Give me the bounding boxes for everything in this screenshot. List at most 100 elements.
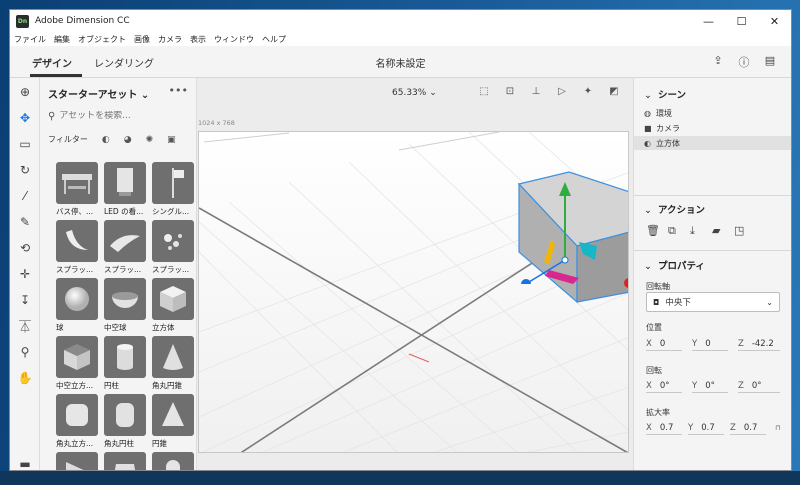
panel-icon[interactable]: ▬	[10, 454, 40, 470]
lock-icon[interactable]: ⊓	[775, 424, 780, 432]
export-icon[interactable]: ◳	[734, 224, 756, 238]
splash-thumbnail	[56, 220, 98, 262]
rotate-icon[interactable]: ↻	[10, 160, 40, 180]
menu-edit[interactable]: 編集	[54, 34, 70, 45]
assets-panel-title[interactable]: スターターアセット ⌄	[48, 86, 149, 101]
scene-section-header[interactable]: ⌄ シーン	[644, 87, 686, 101]
asset-item[interactable]: 中空球	[104, 278, 146, 333]
hand-icon[interactable]: ✋	[10, 368, 40, 388]
orbit-icon[interactable]: ⟲	[10, 238, 40, 258]
close-button[interactable]: ✕	[758, 10, 791, 32]
3d-canvas[interactable]	[198, 131, 629, 453]
asset-item[interactable]: 中空立方...	[56, 336, 98, 391]
properties-section-header[interactable]: ⌄ プロパティ	[644, 258, 705, 272]
delete-icon[interactable]: 🗑	[646, 224, 668, 238]
asset-item[interactable]: スプラッ...	[56, 220, 98, 275]
cone-thumbnail	[152, 394, 194, 436]
scale-x-value: 0.7	[659, 422, 674, 433]
select-icon[interactable]: ✥	[10, 108, 40, 128]
folder-icon[interactable]: ▰	[712, 224, 734, 238]
viewport-panel: 65.33% ⌄ ⬚ ⊡ ⊥ ▷ ✦ ◩ 1024 x 768	[197, 78, 633, 470]
model-filter-icon[interactable]: ◐	[102, 135, 110, 145]
menu-window[interactable]: ウィンドウ	[214, 34, 254, 45]
rotation-y-field[interactable]: Y 0°	[692, 379, 728, 393]
asset-item[interactable]: 立方体	[152, 278, 194, 333]
asset-item[interactable]	[104, 452, 146, 470]
asset-item[interactable]: LED の看...	[104, 162, 146, 217]
image-filter-icon[interactable]: ▣	[167, 135, 176, 145]
position-x-value: 0	[659, 338, 666, 349]
search-input[interactable]	[59, 111, 180, 121]
pivot-value: 中央下	[665, 298, 691, 308]
asset-label: スプラッ...	[152, 265, 190, 274]
asset-item[interactable]: 角丸立方...	[56, 394, 98, 449]
asset-item[interactable]: スプラッ...	[104, 220, 146, 275]
menu-view[interactable]: 表示	[190, 34, 206, 45]
render-preview-icon[interactable]: ◩	[601, 86, 627, 97]
camera-icon: ■	[644, 123, 652, 133]
asset-label: 角丸円柱	[104, 439, 134, 448]
menu-help[interactable]: ヘルプ	[262, 34, 286, 45]
drop-to-ground-icon[interactable]: ⊥	[523, 86, 549, 97]
align-icon[interactable]: ⊡	[497, 86, 523, 97]
asset-item[interactable]	[152, 452, 194, 470]
scene-item-camera[interactable]: ■ カメラ	[644, 121, 791, 135]
actions-section-header[interactable]: ⌄ アクション	[644, 202, 705, 216]
rotation-z-value: 0°	[751, 380, 762, 391]
scene-item-environment[interactable]: ◍ 環境	[644, 106, 791, 120]
material-filter-icon[interactable]: ◕	[124, 135, 132, 145]
menu-object[interactable]: オブジェクト	[78, 34, 126, 45]
position-y-value: 0	[705, 338, 711, 349]
duplicate-icon[interactable]: ⧉	[668, 224, 690, 238]
drop-icon[interactable]: ⤓	[690, 224, 712, 238]
asset-item[interactable]: バス停、...	[56, 162, 98, 217]
crop-icon[interactable]: ⬚	[471, 86, 497, 97]
scale-y-field[interactable]: Y 0.7	[688, 421, 724, 435]
help-icon[interactable]: ⓘ	[731, 54, 757, 70]
add-icon[interactable]: ⊕	[10, 82, 40, 102]
scale-z-field[interactable]: Z 0.7	[730, 421, 766, 435]
scene-title: シーン	[657, 90, 686, 101]
asset-item[interactable]: スプラッ...	[152, 220, 194, 275]
more-options-icon[interactable]: •••	[169, 84, 188, 97]
asset-item[interactable]: 球	[56, 278, 98, 333]
scene-item-cube[interactable]: ◐ 立方体	[634, 136, 791, 150]
menu-file[interactable]: ファイル	[14, 34, 46, 45]
asset-item[interactable]: 角丸円錐	[152, 336, 194, 391]
magic-wand-icon[interactable]: ⁄	[10, 186, 40, 206]
minimize-button[interactable]: —	[692, 10, 725, 32]
app-logo: Dn	[16, 14, 29, 28]
pivot-dropdown[interactable]: ◘ 中央下 ⌄	[646, 292, 780, 312]
asset-item[interactable]: シングル...	[152, 162, 194, 217]
prism-thumbnail	[104, 452, 146, 470]
rotation-z-field[interactable]: Z 0°	[738, 379, 780, 393]
horizon-icon[interactable]: ⏄	[10, 316, 40, 336]
zoom-icon[interactable]: ⚲	[10, 342, 40, 362]
maximize-button[interactable]: ☐	[725, 10, 758, 32]
asset-item[interactable]: 円錐	[152, 394, 194, 449]
frame-icon[interactable]: ▭	[10, 134, 40, 154]
asset-item[interactable]: 円柱	[104, 336, 146, 391]
menu-camera[interactable]: カメラ	[158, 34, 182, 45]
chevron-down-icon: ⌄	[429, 88, 437, 98]
scale-x-field[interactable]: X 0.7	[646, 421, 682, 435]
position-x-field[interactable]: X0	[646, 337, 682, 351]
menu-image[interactable]: 画像	[134, 34, 150, 45]
search-icon: ⚲	[48, 110, 56, 122]
share-icon[interactable]: ⇪	[705, 54, 731, 70]
camera-bookmark-icon[interactable]: ▷	[549, 86, 575, 97]
position-y-field[interactable]: Y0	[692, 337, 728, 351]
dolly-icon[interactable]: ↧	[10, 290, 40, 310]
scale-label: 拡大率	[646, 408, 670, 417]
light-filter-icon[interactable]: ✺	[146, 135, 154, 145]
asset-item[interactable]	[56, 452, 98, 470]
cube-icon: ◐	[644, 138, 651, 148]
zoom-control[interactable]: 65.33% ⌄	[392, 88, 437, 98]
pan-icon[interactable]: ✛	[10, 264, 40, 284]
position-z-field[interactable]: Z -42.2	[738, 337, 780, 351]
feedback-icon[interactable]: ▤	[757, 54, 783, 70]
eyedropper-icon[interactable]: ✎	[10, 212, 40, 232]
asset-item[interactable]: 角丸円柱	[104, 394, 146, 449]
lighting-icon[interactable]: ✦	[575, 86, 601, 97]
rotation-x-field[interactable]: X 0°	[646, 379, 682, 393]
